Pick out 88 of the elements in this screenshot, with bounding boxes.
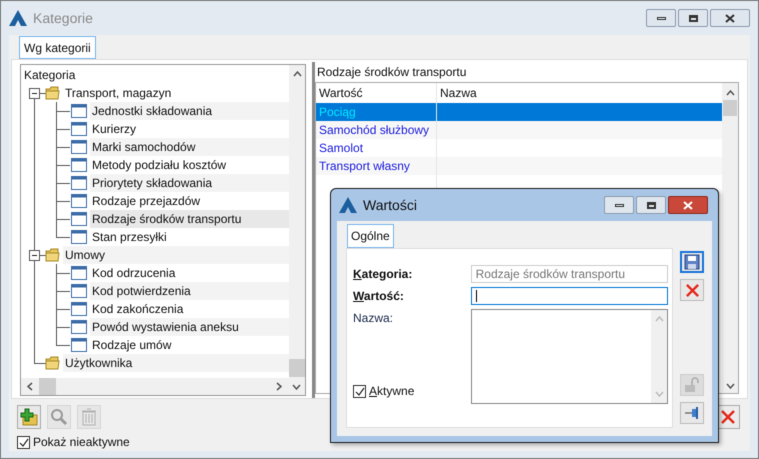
grid-row[interactable]: Samochód służbowy: [316, 121, 722, 139]
pin-button[interactable]: [680, 402, 704, 424]
tree-item[interactable]: Rodzaje przejazdów: [90, 192, 289, 210]
grid-row[interactable]: Transport własny: [316, 157, 722, 175]
window-icon: [71, 194, 87, 208]
scroll-down-icon: [726, 383, 734, 389]
table-cell: Samochód służbowy: [316, 121, 437, 139]
vertical-scrollbar[interactable]: [289, 65, 305, 378]
maximize-button[interactable]: [678, 9, 708, 27]
scroll-thumb[interactable]: [723, 100, 737, 116]
trash-icon: [81, 408, 97, 426]
vertical-scrollbar[interactable]: [722, 83, 738, 393]
column-header[interactable]: Nazwa: [437, 83, 722, 103]
tree-item[interactable]: Kurierzy: [90, 120, 289, 138]
scroll-down-icon: [654, 391, 664, 397]
scroll-up-icon: [726, 90, 734, 96]
scroll-up-icon: [654, 316, 664, 322]
close-button[interactable]: [668, 196, 708, 214]
window-icon: [71, 158, 87, 172]
checkbox-label: Aktywne: [369, 383, 414, 400]
close-button[interactable]: [710, 9, 750, 27]
pin-icon: [684, 406, 700, 420]
scroll-thumb[interactable]: [39, 378, 56, 395]
window-icon: [71, 302, 87, 316]
tab[interactable]: Wg kategorii: [19, 36, 96, 59]
tree-item[interactable]: Rodzaje środków transportu: [90, 210, 289, 228]
memo-field[interactable]: [470, 309, 668, 404]
scroll-right-icon: [276, 382, 282, 391]
tree-item[interactable]: Kod zakończenia: [90, 300, 289, 318]
toolbar-button[interactable]: [17, 405, 41, 429]
tree-item[interactable]: Metody podziału kosztów: [90, 156, 289, 174]
tree-item[interactable]: Kod odrzucenia: [90, 264, 289, 282]
checkbox[interactable]: [353, 384, 366, 398]
scroll-up-icon: [292, 71, 302, 77]
close-icon: [684, 282, 700, 298]
window-icon: [71, 266, 87, 280]
scroll-thumb[interactable]: [289, 359, 305, 377]
close-icon: [720, 409, 736, 425]
tree-item[interactable]: Jednostki składowania: [90, 102, 289, 120]
floppy-icon: [684, 254, 700, 270]
padlock-icon: [684, 377, 700, 393]
folder-icon: [45, 248, 60, 262]
tree-item[interactable]: Priorytety składowania: [90, 174, 289, 192]
maximize-button[interactable]: [636, 196, 666, 214]
window-icon: [71, 284, 87, 298]
logo-icon: [9, 10, 27, 26]
scroll-left-icon: [27, 382, 33, 391]
close-icon: [725, 14, 735, 22]
folder-icon: [45, 356, 60, 370]
input-field[interactable]: [470, 287, 668, 305]
window-icon: [71, 338, 87, 352]
tree-header: Kategoria: [23, 67, 76, 84]
save-button[interactable]: [680, 251, 704, 273]
close-icon: [683, 200, 693, 210]
scroll-down-icon: [292, 384, 301, 390]
minimize-button[interactable]: [646, 9, 676, 27]
window-title: Kategorie: [33, 8, 93, 28]
window-icon: [71, 104, 87, 118]
tree-item[interactable]: Marki samochodów: [90, 138, 289, 156]
minimize-button[interactable]: [604, 196, 634, 214]
checkbox-label: Pokaż nieaktywne: [33, 434, 130, 451]
window-icon: [71, 140, 87, 154]
tree-item[interactable]: Stan przesyłki: [90, 228, 289, 246]
dialog-title: Wartości: [363, 196, 417, 214]
field-label: Wartość:: [353, 288, 405, 305]
search-icon: [50, 408, 68, 426]
tree-item[interactable]: Umowy: [63, 246, 289, 264]
window-icon: [71, 176, 87, 190]
collapse-toggle[interactable]: [29, 250, 40, 260]
folder-icon: [45, 86, 60, 100]
tab[interactable]: Ogólne: [347, 224, 394, 248]
window-icon: [71, 212, 87, 226]
collapse-toggle[interactable]: [29, 88, 40, 98]
table-cell: Transport własny: [316, 157, 437, 175]
field-label: Nazwa:: [353, 310, 394, 327]
window-icon: [71, 320, 87, 334]
grid-title: Rodzaje środków transportu: [316, 64, 468, 81]
logo-icon: [339, 197, 357, 213]
window-icon: [71, 122, 87, 136]
checkbox[interactable]: [17, 436, 30, 448]
tree-item[interactable]: Użytkownika: [63, 354, 289, 372]
tree-item[interactable]: Kod potwierdzenia: [90, 282, 289, 300]
field-label: Kategoria:: [353, 266, 414, 283]
add-folder-icon: [20, 408, 38, 426]
tree-item[interactable]: Powód wystawienia aneksu: [90, 318, 289, 336]
window-icon: [71, 230, 87, 244]
tree-item[interactable]: Transport, magazyn: [63, 84, 289, 102]
tree-item[interactable]: Rodzaje umów: [90, 336, 289, 354]
